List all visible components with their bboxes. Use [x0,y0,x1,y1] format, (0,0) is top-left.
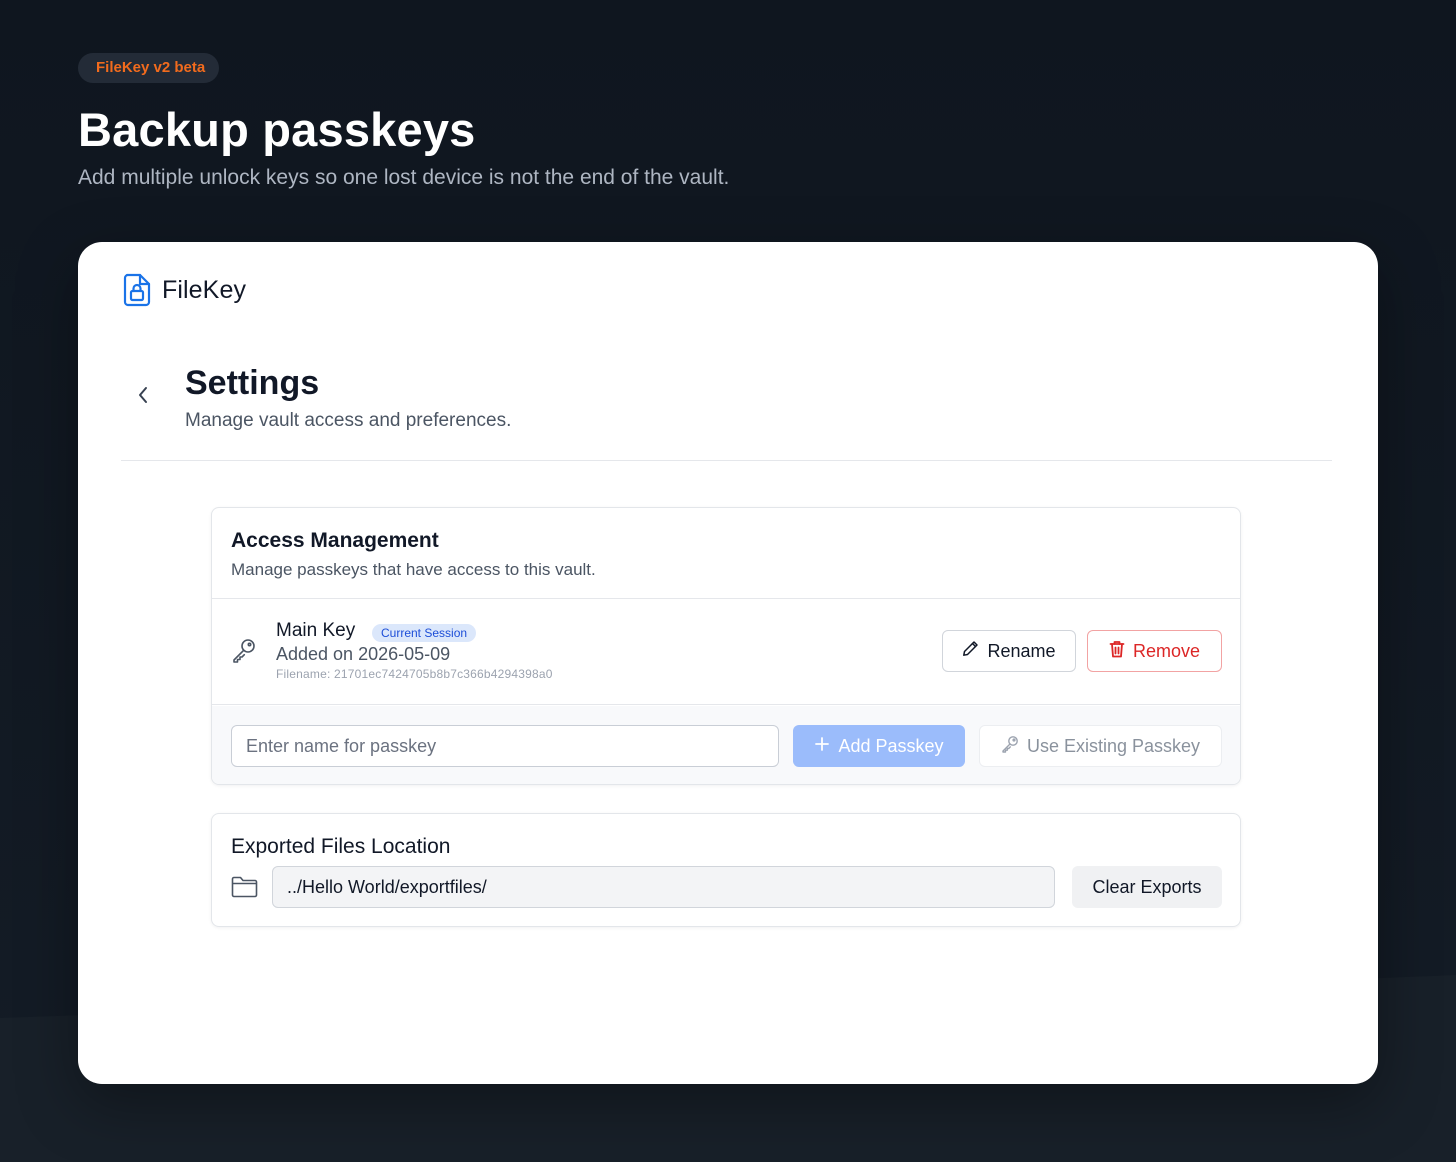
chevron-left-icon [137,386,149,409]
access-management-card: Access Management Manage passkeys that h… [211,507,1241,785]
page-title: Settings [185,364,320,402]
trash-icon [1109,640,1133,663]
back-button[interactable] [130,382,156,412]
folder-icon [231,876,258,903]
plus-icon [814,736,838,757]
remove-label: Remove [1132,640,1201,661]
clear-exports-label: Clear Exports [1092,876,1202,897]
hero-subtitle: Add multiple unlock keys so one lost dev… [78,166,730,189]
access-card-subtitle: Manage passkeys that have access to this… [231,560,596,579]
access-card-title: Access Management [231,529,439,552]
hero-title: Backup passkeys [78,103,476,156]
passkey-filename: Filename: 21701ec7424705b8b7c366b4294398… [276,667,553,681]
rename-button[interactable]: Rename [942,630,1076,672]
file-lock-icon [122,273,152,307]
add-passkey-row: Add Passkey Use Existing Passkey [212,706,1240,784]
export-path-field[interactable]: ../Hello World/exportfiles/ [272,866,1055,908]
passkey-row: Main Key Current Session Added on 2026-0… [212,599,1240,705]
passkey-name-input[interactable] [231,725,779,767]
exported-files-title: Exported Files Location [231,835,451,858]
use-existing-passkey-button[interactable]: Use Existing Passkey [979,725,1222,767]
app-window: FileKey Settings Manage vault access and… [78,242,1378,1084]
brand: FileKey [122,273,246,307]
remove-button[interactable]: Remove [1087,630,1222,672]
pencil-icon [962,640,987,662]
page-subtitle: Manage vault access and preferences. [185,410,512,431]
version-badge: FileKey v2 beta [78,53,220,83]
brand-name: FileKey [162,276,247,304]
key-icon [231,637,257,668]
passkey-added-date: Added on 2026-05-09 [276,644,451,664]
hero: FileKey v2 beta Backup passkeys Add mult… [78,53,729,191]
current-session-badge: Current Session [372,624,477,642]
passkey-name: Main Key [276,620,356,641]
add-passkey-label: Add Passkey [838,735,944,756]
exported-files-card: Exported Files Location ../Hello World/e… [211,813,1241,927]
header-divider [121,460,1332,461]
use-existing-passkey-label: Use Existing Passkey [1026,735,1201,756]
key-icon [1001,735,1027,758]
add-passkey-button[interactable]: Add Passkey [793,725,965,767]
access-card-header: Access Management Manage passkeys that h… [212,508,1240,599]
rename-label: Rename [987,640,1056,661]
clear-exports-button[interactable]: Clear Exports [1072,866,1222,908]
